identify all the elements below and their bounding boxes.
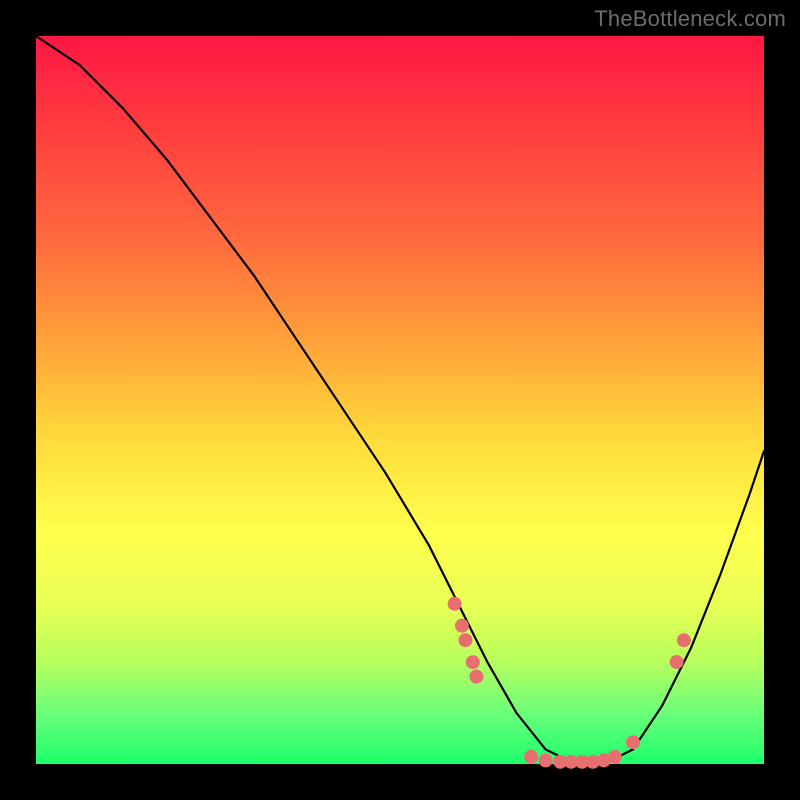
chart-frame: TheBottleneck.com [0, 0, 800, 800]
curve-marker [455, 619, 469, 633]
curve-markers [448, 597, 691, 769]
curve-marker [448, 597, 462, 611]
curve-marker [469, 670, 483, 684]
curve-marker [626, 735, 640, 749]
curve-marker [524, 750, 538, 764]
bottleneck-curve [36, 36, 764, 764]
curve-marker [670, 655, 684, 669]
curve-marker [539, 753, 553, 767]
curve-marker [459, 633, 473, 647]
curve-marker [608, 750, 622, 764]
plot-area [36, 36, 764, 764]
curve-marker [677, 633, 691, 647]
curve-svg [36, 36, 764, 764]
curve-marker [466, 655, 480, 669]
watermark-text: TheBottleneck.com [594, 6, 786, 32]
